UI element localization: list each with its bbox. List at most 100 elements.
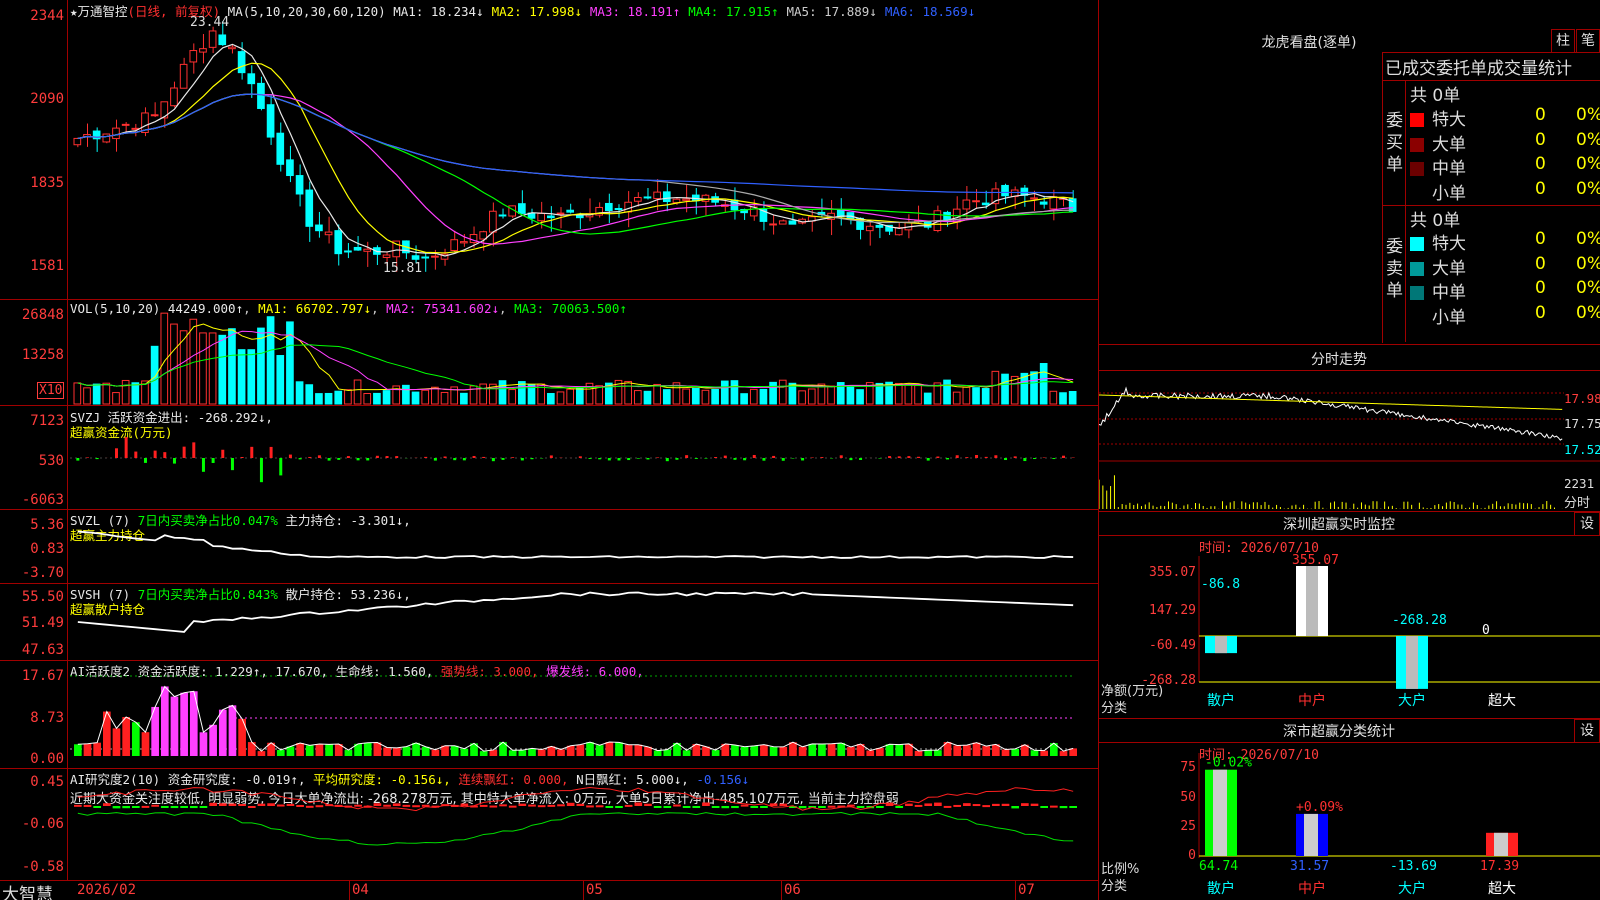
- ratio-value-label: -13.69: [1390, 859, 1437, 874]
- ai2-panel[interactable]: AI研究度2(10) 资金研究度: -0.019↑, 平均研究度: -0.156…: [0, 769, 1098, 881]
- svzl-panel[interactable]: SVZL (7) 7日内买卖净占比0.047% 主力持仓: -3.301↓, 超…: [0, 510, 1098, 583]
- ma-line-4: [77, 93, 1074, 235]
- research-bar: [615, 806, 623, 808]
- volume-bar: [923, 392, 932, 405]
- price-panel[interactable]: ★万通智控(日线, 前复权) MA(5,10,20,30,60,120) MA1…: [0, 0, 1098, 300]
- price-tick-4: 1581: [30, 258, 64, 274]
- candle-body: [450, 239, 459, 251]
- activity-bar: [325, 744, 333, 756]
- activity-bar: [769, 746, 778, 756]
- volume-bar: [170, 323, 178, 405]
- volume-bar: [952, 391, 961, 405]
- svsh-line: [77, 591, 1074, 633]
- research-bar: [131, 806, 140, 808]
- classify-settings-button[interactable]: 设: [1574, 719, 1600, 743]
- chart-area[interactable]: ★万通智控(日线, 前复权) MA(5,10,20,30,60,120) MA1…: [0, 0, 1099, 900]
- volume-bar: [199, 332, 207, 405]
- research-bar: [1069, 806, 1077, 808]
- activity-bar: [421, 746, 430, 756]
- order-pct: 0%: [1576, 154, 1600, 174]
- order-count: 0: [1535, 253, 1546, 274]
- candle-body: [431, 255, 439, 258]
- svzj-tick-2: 530: [38, 453, 64, 469]
- activity-bar: [431, 749, 440, 756]
- ratio-value-label: 31.57: [1290, 859, 1329, 874]
- volume-bar: [643, 390, 652, 405]
- legend-swatch: [1410, 186, 1424, 201]
- monitor-settings-button[interactable]: 设: [1574, 512, 1600, 536]
- activity-bar: [460, 748, 469, 756]
- legend-swatch: [1410, 237, 1424, 251]
- volume-bar: [334, 390, 343, 405]
- bar-mode-button[interactable]: 柱: [1551, 29, 1575, 53]
- volume-bar: [798, 390, 806, 405]
- volume-bar: [1059, 392, 1067, 405]
- order-count: 0: [1535, 302, 1546, 323]
- volume-bar: [749, 388, 758, 405]
- volume-bar: [682, 388, 690, 405]
- candle-body: [170, 87, 178, 107]
- candle-body: [556, 212, 565, 215]
- candle-body: [286, 159, 294, 177]
- volume-bar: [894, 382, 903, 405]
- holding-line: [77, 591, 1074, 633]
- svsh-tick-1: 55.50: [21, 589, 64, 605]
- candle-body: [604, 202, 613, 211]
- vol-panel[interactable]: VOL(5,10,20) 44249.000↑, MA1: 66702.797↓…: [0, 300, 1098, 405]
- activity-bar: [131, 722, 140, 756]
- volume-bar: [759, 388, 768, 405]
- candle-body: [537, 212, 546, 222]
- candle-body: [518, 203, 526, 214]
- holding-line: [77, 530, 1074, 559]
- ratio-change-label: +0.09%: [1296, 800, 1343, 815]
- ma-line-6: [77, 93, 1074, 194]
- research-bar: [286, 803, 295, 806]
- fenshi-price-1: 17.98: [1564, 391, 1600, 406]
- research-bar: [412, 805, 420, 808]
- candle-body: [972, 200, 980, 203]
- research-bar: [634, 802, 643, 806]
- order-count: 0: [1535, 105, 1546, 125]
- sell-row: 特大 0 0%: [1410, 229, 1600, 254]
- volume-bar: [972, 387, 980, 405]
- activity-bar: [315, 744, 324, 756]
- activity-bar: [634, 744, 643, 756]
- order-pct: 0%: [1576, 129, 1600, 150]
- candle-body: [228, 46, 236, 50]
- candle-body: [73, 137, 82, 146]
- candle-body: [382, 254, 391, 258]
- category-label: 超大: [1488, 881, 1516, 897]
- svzj-panel[interactable]: SVZJ 活跃资金进出: -268.292↓, 超赢资金流(万元) 7123 5…: [0, 406, 1098, 509]
- activity-bar: [170, 696, 179, 756]
- activity-bar: [1059, 751, 1068, 756]
- net-amount-label: 0: [1482, 623, 1490, 638]
- volume-bar: [1049, 390, 1058, 405]
- research-bar: [992, 803, 1000, 806]
- research-bar: [267, 803, 275, 806]
- activity-bar: [402, 746, 411, 756]
- volume-bar: [633, 390, 642, 405]
- fenshi-top-line: [1099, 344, 1600, 345]
- candle-body: [102, 133, 111, 143]
- activity-bar: [112, 728, 121, 756]
- buy-row: 中单 0 0%: [1410, 154, 1600, 179]
- buy-row: 大单 0 0%: [1410, 130, 1600, 155]
- svsh-panel[interactable]: SVSH (7) 7日内买卖净占比0.843% 散户持仓: 53.236↓, 超…: [0, 584, 1098, 660]
- activity-bar: [1011, 748, 1020, 756]
- volume-bar: [324, 392, 333, 405]
- ai1-panel[interactable]: AI活跃度2 资金活跃度: 1.229↑, 17.670, 生命线: 1.560…: [0, 661, 1098, 768]
- activity-bar: [93, 742, 101, 756]
- activity-bar: [953, 745, 962, 756]
- tick-mode-button[interactable]: 笔: [1576, 29, 1600, 53]
- volume-bar: [402, 384, 410, 405]
- activity-bar: [518, 750, 527, 756]
- activity-bar: [972, 742, 981, 756]
- activity-bar: [141, 732, 150, 756]
- candle-body: [643, 196, 652, 199]
- activity-bar: [847, 747, 855, 756]
- research-bar: [209, 802, 217, 806]
- volume-bar: [904, 383, 913, 405]
- research-bar: [924, 803, 933, 806]
- research-bar: [663, 806, 672, 808]
- order-size-label: 中单: [1432, 283, 1466, 303]
